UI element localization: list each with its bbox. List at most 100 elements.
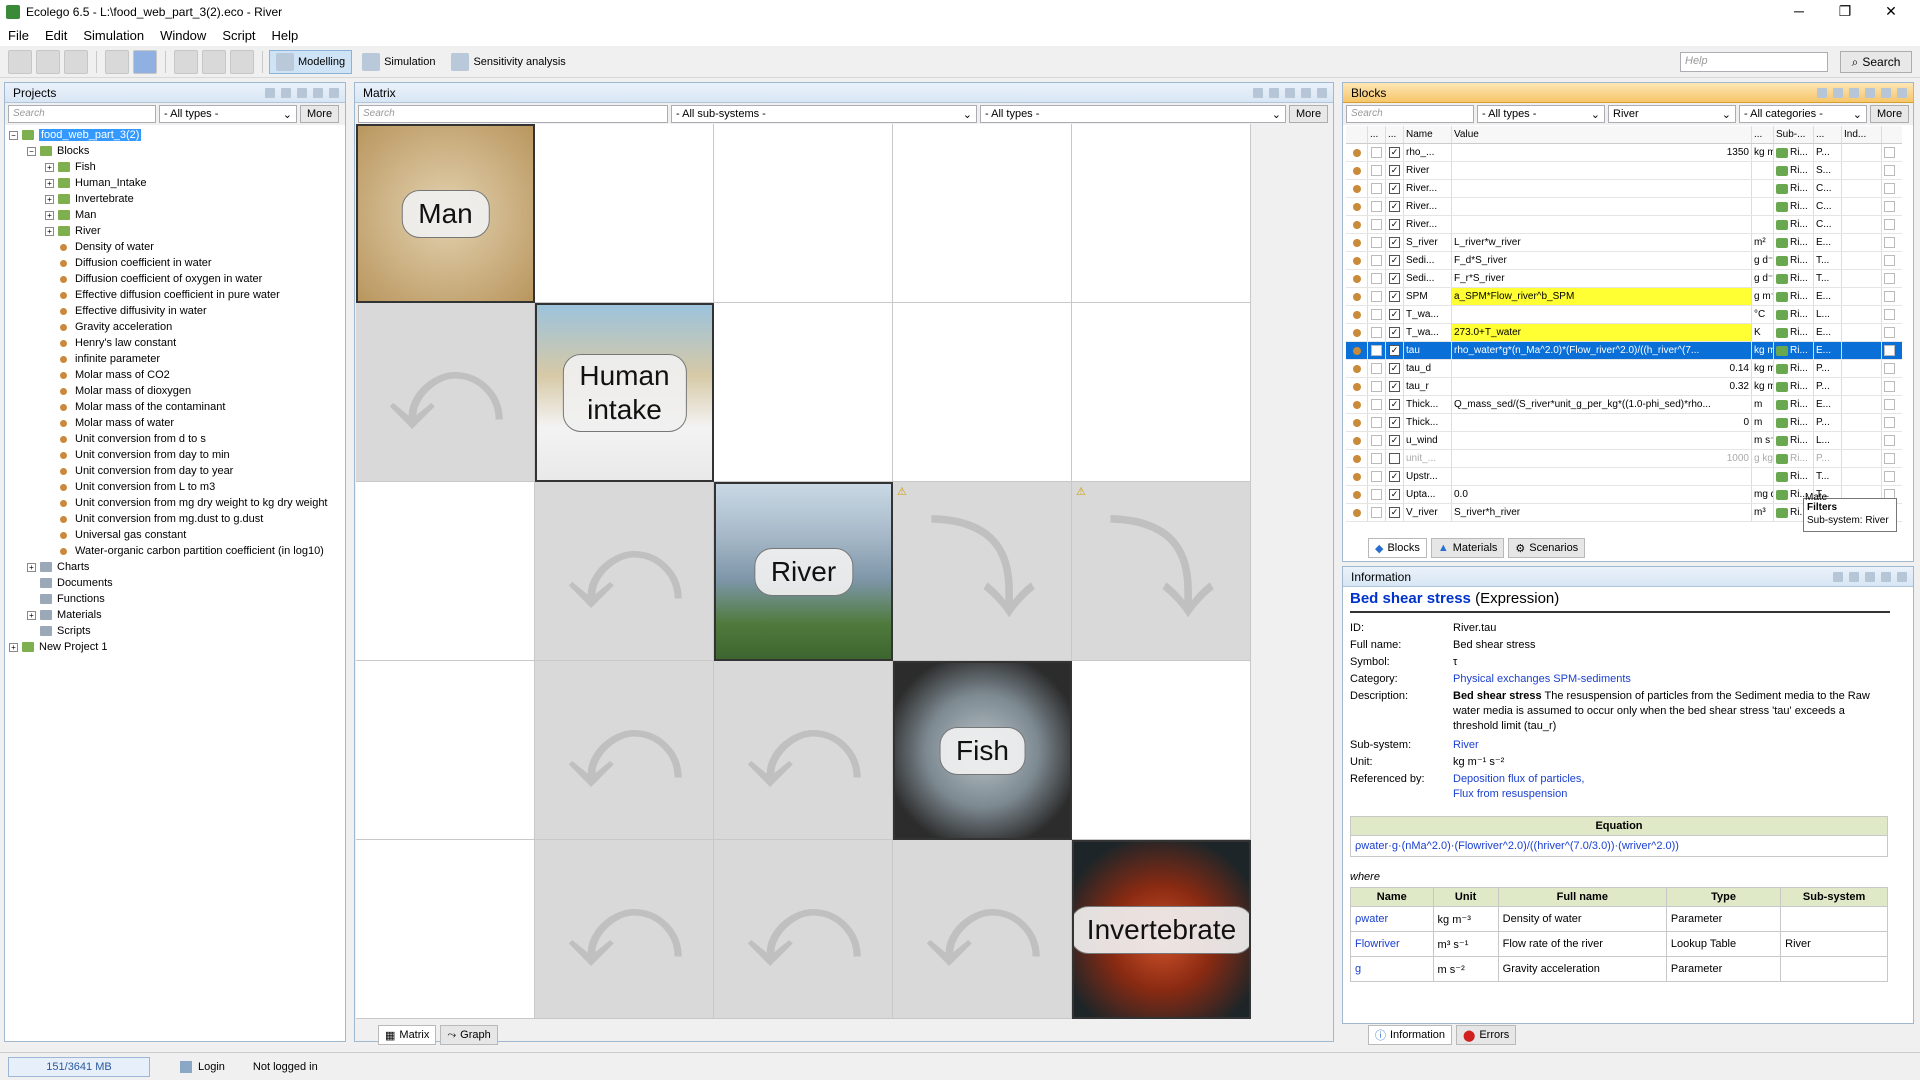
- tree-item[interactable]: Molar mass of the contaminant: [9, 399, 345, 415]
- expand-icon[interactable]: +: [45, 194, 54, 204]
- row-checkbox[interactable]: [1883, 453, 1895, 464]
- edit-icon[interactable]: [1833, 87, 1843, 98]
- active-checkbox[interactable]: ✓: [1389, 201, 1400, 212]
- expand-icon[interactable]: +: [45, 226, 54, 236]
- enabled-checkbox[interactable]: [1371, 417, 1382, 428]
- matrix-empty-cell[interactable]: [535, 124, 714, 303]
- active-checkbox[interactable]: ✓: [1389, 399, 1400, 410]
- matrix-interaction-cell[interactable]: ⤺: [356, 303, 535, 482]
- block-row[interactable]: ✓ Upstr... Ri... T...: [1346, 468, 1902, 486]
- block-row[interactable]: ✓ tau rho_water*g*(n_Ma^2.0)*(Flow_river^2…: [1346, 342, 1902, 360]
- tree-item[interactable]: Unit conversion from day to min: [9, 447, 345, 463]
- enabled-checkbox[interactable]: [1371, 165, 1382, 176]
- copy-icon[interactable]: [202, 49, 226, 74]
- active-checkbox[interactable]: ✓: [1389, 309, 1400, 320]
- collapse-icon[interactable]: −: [9, 130, 18, 140]
- active-checkbox[interactable]: ✓: [1389, 489, 1400, 500]
- variable-name-link[interactable]: g: [1350, 956, 1434, 982]
- row-checkbox[interactable]: [1883, 147, 1895, 158]
- tree-item[interactable]: Molar mass of CO2: [9, 367, 345, 383]
- row-checkbox[interactable]: [1883, 273, 1895, 284]
- row-checkbox[interactable]: [1883, 291, 1895, 302]
- enabled-checkbox[interactable]: [1371, 471, 1382, 482]
- tree-item[interactable]: Unit conversion from d to s: [9, 431, 345, 447]
- block-row[interactable]: ✓ Thick... Q_mass_sed/(S_river*unit_g_per_…: [1346, 396, 1902, 414]
- variable-name-link[interactable]: ρwater: [1350, 906, 1434, 932]
- block-row[interactable]: unit_...1000g kg⁻¹Ri...P...: [1346, 450, 1902, 468]
- panel-close-icon[interactable]: [1897, 87, 1907, 98]
- block-row[interactable]: ✓ River... Ri... C...: [1346, 216, 1902, 234]
- blocks-more-button[interactable]: More: [1870, 105, 1910, 123]
- expand-icon[interactable]: +: [45, 178, 54, 188]
- tab-graph[interactable]: ⤳ Graph: [440, 1025, 498, 1045]
- tab-scenarios[interactable]: ⚙ Scenarios: [1508, 538, 1586, 558]
- block-row[interactable]: ✓ T_wa... 273.0+T_water K Ri... E...: [1346, 324, 1902, 342]
- matrix-more-button[interactable]: More: [1289, 105, 1329, 123]
- row-checkbox[interactable]: [1883, 201, 1895, 212]
- active-checkbox[interactable]: ✓: [1389, 183, 1400, 194]
- tab-information[interactable]: ⓘ Information: [1368, 1025, 1453, 1045]
- subsystem-dropdown[interactable]: - All sub-systems - ⌄: [671, 105, 977, 123]
- active-checkbox[interactable]: ✓: [1389, 471, 1400, 482]
- tab-matrix[interactable]: ▦ Matrix: [378, 1025, 437, 1045]
- matrix-empty-cell[interactable]: [893, 303, 1072, 482]
- tree-item[interactable]: Universal gas constant: [9, 527, 345, 543]
- tree-item[interactable]: Molar mass of water: [9, 415, 345, 431]
- enabled-checkbox[interactable]: [1371, 237, 1382, 248]
- tree-item[interactable]: Molar mass of dioxygen: [9, 383, 345, 399]
- menu-window[interactable]: Window: [152, 28, 214, 43]
- tree-item[interactable]: Henry's law constant: [9, 335, 345, 351]
- block-row[interactable]: ✓ rho_... 1350 kg m Ri... P...: [1346, 144, 1902, 162]
- row-checkbox[interactable]: [1883, 165, 1895, 176]
- search-button[interactable]: ⌕ Search: [1840, 51, 1912, 73]
- row-checkbox[interactable]: [1883, 327, 1895, 338]
- row-checkbox[interactable]: [1883, 183, 1895, 194]
- row-checkbox[interactable]: [1883, 417, 1895, 428]
- expand-icon[interactable]: +: [45, 210, 54, 220]
- matrix-interaction-cell[interactable]: ⤺: [535, 482, 714, 661]
- row-checkbox[interactable]: [1883, 309, 1895, 320]
- compartment-fish[interactable]: Fish: [893, 661, 1072, 840]
- active-checkbox[interactable]: ✓: [1389, 147, 1400, 158]
- block-row[interactable]: ✓SPMa_SPM*Flow_river^b_SPMg m⁻³Ri...E...: [1346, 288, 1902, 306]
- variable-name-link[interactable]: Flowriver: [1350, 931, 1434, 957]
- tree-item[interactable]: Unit conversion from L to m3: [9, 479, 345, 495]
- matrix-search-input[interactable]: Search: [358, 105, 668, 123]
- enabled-checkbox[interactable]: [1371, 147, 1382, 158]
- panel-close-icon[interactable]: [1317, 87, 1327, 98]
- tree-item[interactable]: + Charts: [9, 559, 345, 575]
- active-checkbox[interactable]: ✓: [1389, 255, 1400, 266]
- matrix-empty-cell[interactable]: [893, 124, 1072, 303]
- menu-help[interactable]: Help: [264, 28, 307, 43]
- enabled-checkbox[interactable]: [1371, 309, 1382, 320]
- tree-item[interactable]: Effective diffusivity in water: [9, 303, 345, 319]
- login-button[interactable]: Login: [180, 1060, 225, 1073]
- panel-minimize-icon[interactable]: [297, 87, 307, 98]
- settings-icon[interactable]: [105, 49, 129, 74]
- zoom-out-icon[interactable]: [1849, 571, 1859, 582]
- active-checkbox[interactable]: ✓: [1389, 237, 1400, 248]
- active-checkbox[interactable]: ✓: [1389, 435, 1400, 446]
- compartment-invertebrate[interactable]: Invertebrate: [1072, 840, 1251, 1019]
- panel-tool-icon[interactable]: [265, 87, 275, 98]
- column-index[interactable]: Ind...: [1842, 126, 1882, 143]
- active-checkbox[interactable]: ✓: [1389, 165, 1400, 176]
- blocks-category-dropdown[interactable]: - All categories - ⌄: [1739, 105, 1867, 123]
- tree-item[interactable]: Scripts: [9, 623, 345, 639]
- enabled-checkbox[interactable]: [1371, 381, 1382, 392]
- tree-item[interactable]: Functions: [9, 591, 345, 607]
- active-checkbox[interactable]: ✓: [1389, 381, 1400, 392]
- row-checkbox[interactable]: [1883, 237, 1895, 248]
- matrix-empty-cell[interactable]: [1072, 303, 1251, 482]
- active-checkbox[interactable]: ✓: [1389, 363, 1400, 374]
- blocks-type-dropdown[interactable]: - All types - ⌄: [1477, 105, 1605, 123]
- tree-item[interactable]: Diffusion coefficient in water: [9, 255, 345, 271]
- block-row[interactable]: ✓u_windm s⁻¹Ri...L...: [1346, 432, 1902, 450]
- block-row[interactable]: ✓ tau_d 0.14 kg m Ri... P...: [1346, 360, 1902, 378]
- subsystem-link[interactable]: River: [1453, 738, 1479, 753]
- active-checkbox[interactable]: ✓: [1389, 291, 1400, 302]
- open-folder-icon[interactable]: [36, 49, 60, 74]
- expand-icon[interactable]: +: [27, 610, 36, 620]
- active-checkbox[interactable]: [1389, 453, 1400, 464]
- tree-item[interactable]: Density of water: [9, 239, 345, 255]
